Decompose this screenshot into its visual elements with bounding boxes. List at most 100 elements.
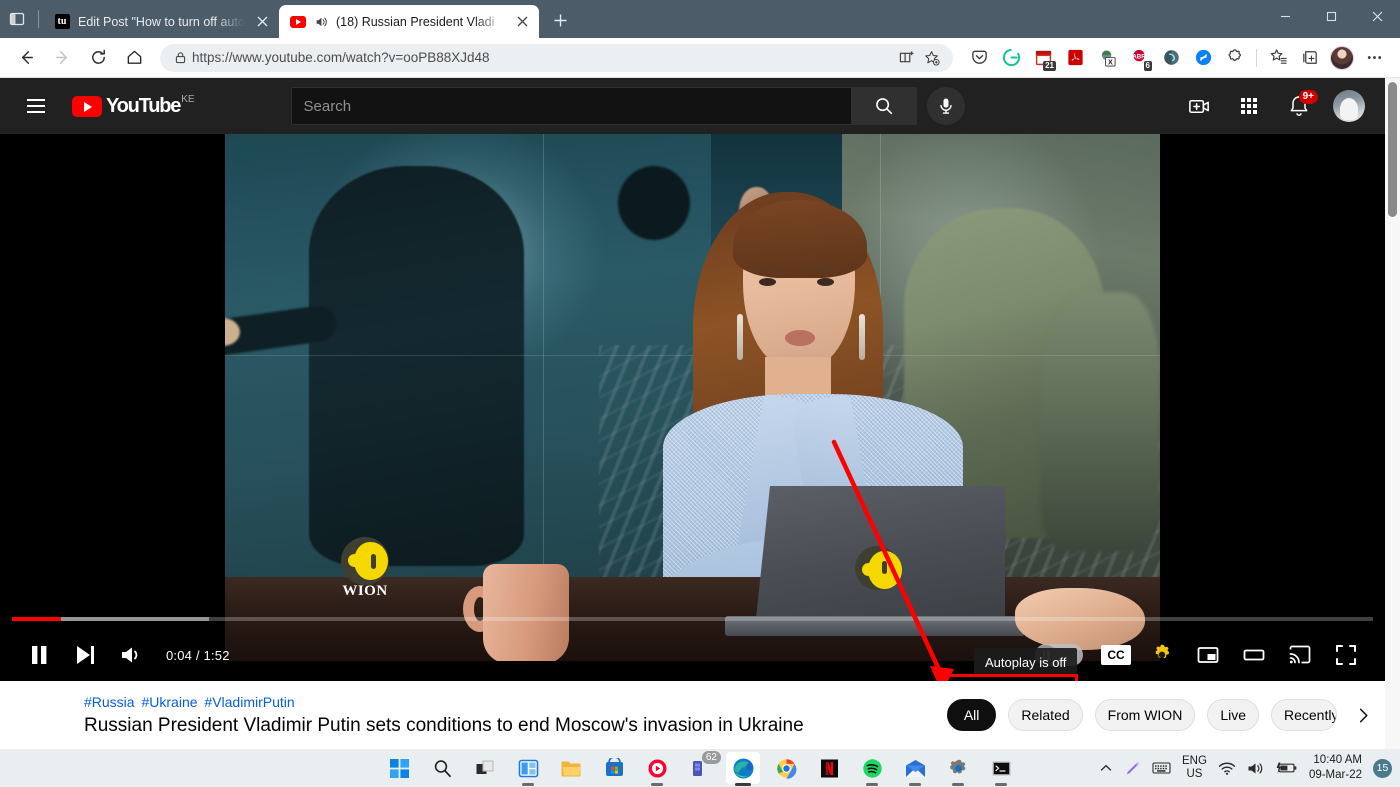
settings-gear-icon[interactable] — [1139, 632, 1185, 678]
fullscreen-icon[interactable] — [1323, 632, 1369, 678]
lock-icon — [168, 51, 192, 64]
collections-icon[interactable] — [1294, 42, 1326, 74]
account-avatar[interactable] — [1329, 86, 1369, 126]
hashtag-russia[interactable]: #Russia — [84, 694, 135, 710]
close-tab-button[interactable] — [253, 13, 271, 31]
language-indicator[interactable]: ENG US — [1182, 755, 1207, 781]
page-scrollbar[interactable] — [1385, 78, 1400, 749]
adobe-acrobat-extension-icon[interactable] — [1059, 42, 1091, 74]
taskbar-widgets[interactable] — [511, 752, 545, 784]
profile-avatar[interactable] — [1326, 42, 1358, 74]
scrollbar-thumb[interactable] — [1388, 82, 1397, 217]
video-time-display: 0:04 / 1:52 — [166, 647, 230, 663]
more-options-icon[interactable] — [1358, 42, 1390, 74]
forward-icon[interactable] — [46, 42, 78, 74]
browser-tab-1[interactable]: tu Edit Post "How to turn off autopl — [43, 5, 279, 38]
youtube-logo[interactable]: YouTube KE — [72, 94, 195, 118]
search-input-wrapper[interactable] — [290, 87, 851, 125]
favorites-icon[interactable] — [1262, 42, 1294, 74]
reload-icon[interactable] — [82, 42, 114, 74]
taskbar-search[interactable] — [425, 752, 459, 784]
tab-strip: tu Edit Post "How to turn off autopl (18… — [0, 0, 1262, 38]
touch-keyboard-icon[interactable] — [1152, 761, 1171, 775]
next-video-icon[interactable] — [62, 632, 108, 678]
taskbar-microsoft-store[interactable] — [597, 752, 631, 784]
taskbar-settings[interactable] — [941, 752, 975, 784]
browser-tab-2[interactable]: (18) Russian President Vladi — [279, 5, 539, 38]
create-video-icon[interactable] — [1179, 86, 1219, 126]
volume-icon[interactable] — [108, 632, 154, 678]
taskbar-spotify[interactable] — [855, 752, 889, 784]
minimize-button[interactable] — [1262, 0, 1308, 32]
video-player[interactable]: WION 0:04 / 1:52 CC — [0, 134, 1385, 681]
anchor-eye — [759, 278, 776, 286]
start-button[interactable] — [382, 752, 416, 784]
cast-icon[interactable] — [1277, 632, 1323, 678]
tab-audio-playing-icon[interactable] — [314, 15, 328, 29]
split-screen-icon[interactable] — [893, 46, 919, 70]
dark-reader-extension-icon[interactable] — [1155, 42, 1187, 74]
chip-related[interactable]: Related — [1008, 699, 1083, 731]
anchor-earring — [737, 314, 743, 360]
excel-converter-extension-icon[interactable]: X — [1091, 42, 1123, 74]
youtube-page: YouTube KE Search 9+ WION 0:04 / 1:52 CC… — [0, 78, 1400, 749]
youtube-apps-icon[interactable] — [1229, 86, 1269, 126]
taskbar-netflix[interactable] — [812, 752, 846, 784]
taskbar-youtube-music[interactable] — [640, 752, 674, 784]
new-tab-button[interactable] — [545, 5, 575, 35]
taskbar-microsoft-edge[interactable] — [726, 752, 760, 784]
chip-all[interactable]: All — [946, 699, 997, 731]
chip-recently-uploaded[interactable]: Recently uploaded — [1271, 699, 1337, 731]
video-progress-bar[interactable] — [12, 617, 1373, 621]
taskbar-file-explorer[interactable] — [554, 752, 588, 784]
microphone-icon[interactable] — [926, 87, 965, 125]
video-hashtags: #Russia #Ukraine #VladimirPutin — [84, 694, 804, 710]
taskbar-google-chrome[interactable] — [769, 752, 803, 784]
speaker-icon[interactable] — [1247, 761, 1265, 776]
search-button[interactable] — [850, 87, 917, 125]
hashtag-vladimirputin[interactable]: #VladimirPutin — [204, 694, 294, 710]
abbyy-extension-icon[interactable]: ABR 6 — [1123, 42, 1155, 74]
language-line-1: ENG — [1182, 755, 1207, 767]
chevron-right-icon[interactable] — [1349, 707, 1377, 724]
chevron-up-icon[interactable] — [1099, 761, 1113, 775]
theater-mode-icon[interactable] — [1231, 632, 1277, 678]
taskbar-mail[interactable] — [898, 752, 932, 784]
extensions-puzzle-icon[interactable] — [1219, 42, 1251, 74]
shazam-extension-icon[interactable] — [1187, 42, 1219, 74]
youtube-country-code: KE — [181, 94, 195, 105]
notification-center-badge[interactable]: 15 — [1373, 758, 1392, 778]
wifi-icon[interactable] — [1218, 761, 1236, 776]
pen-icon[interactable] — [1124, 760, 1141, 777]
add-favorite-icon[interactable] — [919, 46, 945, 70]
hamburger-menu-icon[interactable] — [16, 86, 56, 126]
taskbar-clock[interactable]: 10:40 AM 09-Mar-22 — [1309, 753, 1362, 783]
close-window-button[interactable] — [1354, 0, 1400, 32]
hashtag-ukraine[interactable]: #Ukraine — [141, 694, 197, 710]
pause-icon[interactable] — [16, 632, 62, 678]
calendar-extension-icon[interactable]: 21 — [1027, 42, 1059, 74]
search-input[interactable] — [303, 97, 839, 115]
taskbar-teams[interactable]: 62 — [683, 751, 721, 784]
chip-live[interactable]: Live — [1207, 699, 1259, 731]
captions-button[interactable]: CC — [1101, 645, 1131, 665]
taskbar-task-view[interactable] — [468, 752, 502, 784]
miniplayer-icon[interactable] — [1185, 632, 1231, 678]
chip-from-wion[interactable]: From WION — [1094, 699, 1196, 731]
taskbar-terminal[interactable] — [984, 752, 1018, 784]
youtube-header: YouTube KE Search 9+ — [0, 78, 1385, 134]
back-icon[interactable] — [10, 42, 42, 74]
battery-charging-icon[interactable] — [1276, 761, 1298, 775]
video-metadata: #Russia #Ukraine #VladimirPutin Russian … — [0, 694, 804, 737]
grammarly-extension-icon[interactable] — [995, 42, 1027, 74]
tab-search-icon[interactable] — [0, 0, 34, 38]
captions-label: CC — [1107, 648, 1125, 662]
pocket-extension-icon[interactable] — [963, 42, 995, 74]
wion-watermark-laptop — [851, 546, 903, 590]
maximize-button[interactable] — [1308, 0, 1354, 32]
home-icon[interactable] — [118, 42, 150, 74]
autoplay-tooltip: Autoplay is off — [974, 648, 1078, 677]
notifications-bell-icon[interactable]: 9+ — [1279, 86, 1319, 126]
address-bar[interactable]: https://www.youtube.com/watch?v=ooPB88XJ… — [160, 43, 953, 72]
close-tab-button[interactable] — [513, 13, 531, 31]
